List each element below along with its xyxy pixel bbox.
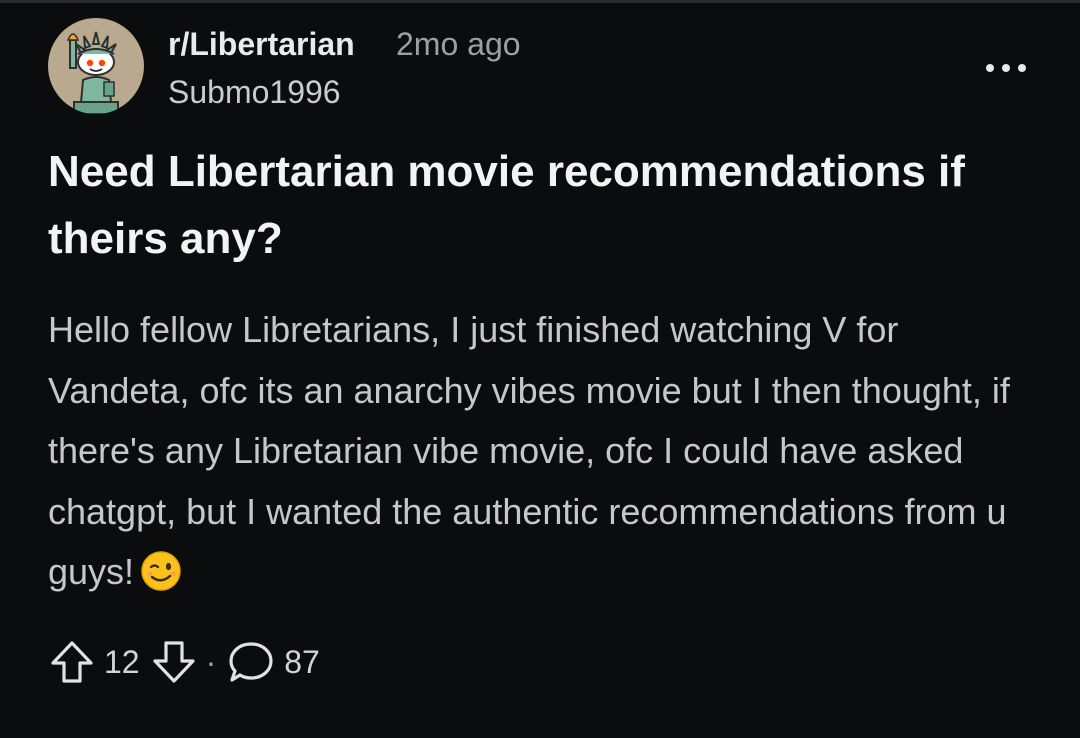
upvote-button[interactable] [48,638,96,686]
vote-score: 12 [104,644,140,680]
post-age: 2mo ago [396,26,521,62]
winking-face-emoji-icon [140,550,182,611]
more-options-icon [986,64,1026,72]
subreddit-name[interactable]: r/Libertarian [168,24,355,64]
comment-count: 87 [284,644,320,680]
post-body-text: Hello fellow Libretarians, I just finish… [48,309,1010,592]
downvote-arrow-icon [152,641,195,683]
downvote-button[interactable] [150,638,198,686]
comments-button[interactable]: 87 [226,638,320,686]
post-card: r/Libertarian 2mo ago Submo1996 Need Lib… [0,0,1080,738]
post-title: Need Libertarian movie recommendations i… [48,147,965,263]
author-username[interactable]: Submo1996 [168,72,341,112]
statue-of-liberty-snoo-icon [66,31,119,114]
comment-bubble-icon [229,642,273,682]
action-separator: · [205,643,217,680]
subreddit-avatar[interactable] [48,18,144,114]
more-options-button[interactable] [982,52,1030,84]
post-actions-bar: 12 · 87 [48,638,320,686]
post-body: Hello fellow Libretarians, I just finish… [48,300,1038,611]
upvote-arrow-icon [51,641,93,683]
